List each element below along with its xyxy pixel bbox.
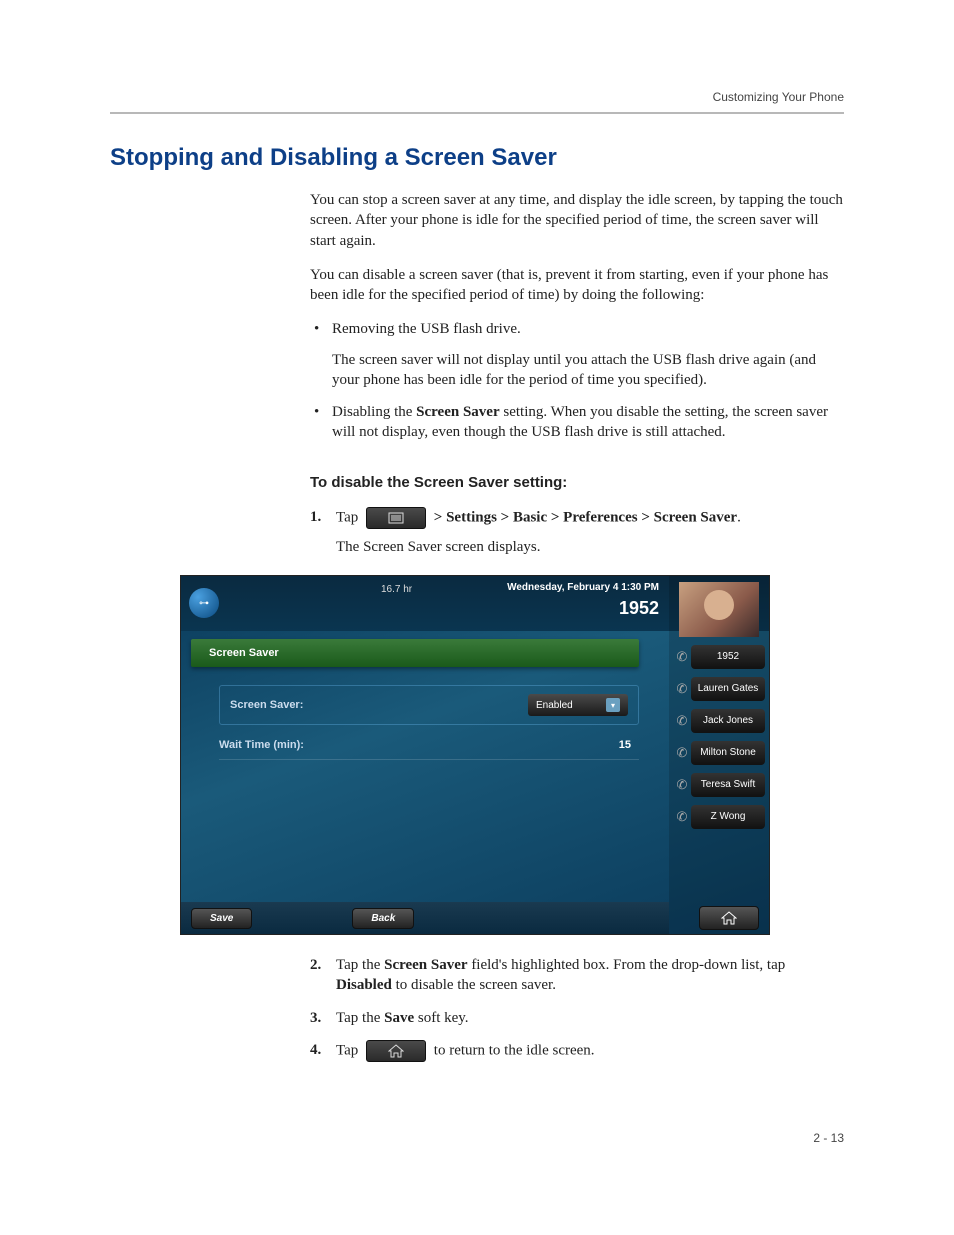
step-3-c: soft key. xyxy=(414,1010,468,1026)
phone-icon: ✆ xyxy=(673,649,691,665)
wait-label: Wait Time (min): xyxy=(219,739,619,751)
extension-label: 1952 xyxy=(619,598,659,619)
step-2-e: to disable the screen saver. xyxy=(392,977,556,993)
section-title: Stopping and Disabling a Screen Saver xyxy=(110,144,844,172)
bullet-1-text: Removing the USB flash drive. xyxy=(332,321,521,337)
step-1-text-a: Tap xyxy=(336,509,362,525)
phone-icon: ✆ xyxy=(673,713,691,729)
contact-item[interactable]: ✆ 1952 xyxy=(673,643,765,671)
contact-label: Z Wong xyxy=(691,805,765,829)
step-2: Tap the Screen Saver field's highlighted… xyxy=(310,955,844,996)
bullet-1: Removing the USB flash drive. The screen… xyxy=(310,319,844,390)
step-3: Tap the Save soft key. xyxy=(310,1008,844,1028)
step-4-a: Tap xyxy=(336,1042,362,1058)
step-2-a: Tap the xyxy=(336,957,384,973)
back-softkey[interactable]: Back xyxy=(352,908,414,929)
saver-value: Enabled xyxy=(536,700,573,711)
avatar xyxy=(679,582,759,637)
home-button-icon xyxy=(366,1040,426,1062)
step-4: Tap to return to the idle screen. xyxy=(310,1040,844,1062)
step-2-d: Disabled xyxy=(336,977,392,993)
contact-item[interactable]: ✆ Z Wong xyxy=(673,803,765,831)
contact-label: Milton Stone xyxy=(691,741,765,765)
step-1: Tap > Settings > Basic > Preferences > S… xyxy=(310,507,844,557)
paragraph-2: You can disable a screen saver (that is,… xyxy=(310,265,844,306)
main-panel: Screen Saver Screen Saver: Enabled ▾ Wai… xyxy=(181,631,669,902)
wait-time-row: Wait Time (min): 15 xyxy=(219,739,639,760)
contact-item[interactable]: ✆ Lauren Gates xyxy=(673,675,765,703)
bullet-2-text-a: Disabling the xyxy=(332,404,416,420)
menu-button-icon xyxy=(366,507,426,529)
saver-label: Screen Saver: xyxy=(230,699,528,711)
contact-label: Teresa Swift xyxy=(691,773,765,797)
save-softkey[interactable]: Save xyxy=(191,908,252,929)
phone-icon: ✆ xyxy=(673,745,691,761)
step-4-b: to return to the idle screen. xyxy=(434,1042,595,1058)
contact-item[interactable]: ✆ Milton Stone xyxy=(673,739,765,767)
phone-screenshot: ⊶ 16.7 hr Wednesday, February 4 1:30 PM … xyxy=(180,575,770,935)
wait-value[interactable]: 15 xyxy=(619,739,639,751)
step-3-b: Save xyxy=(384,1010,414,1026)
bullet-1-sub: The screen saver will not display until … xyxy=(332,350,844,391)
header-divider xyxy=(110,112,844,114)
contact-item[interactable]: ✆ Teresa Swift xyxy=(673,771,765,799)
paragraph-1: You can stop a screen saver at any time,… xyxy=(310,190,844,251)
page-number: 2 - 13 xyxy=(813,1131,844,1145)
subheading: To disable the Screen Saver setting: xyxy=(310,473,844,493)
chevron-down-icon: ▾ xyxy=(606,698,620,712)
datetime-label: Wednesday, February 4 1:30 PM xyxy=(507,582,659,593)
home-button[interactable] xyxy=(699,906,759,930)
step-3-a: Tap the xyxy=(336,1010,384,1026)
header-breadcrumb: Customizing Your Phone xyxy=(110,90,844,104)
contact-label: 1952 xyxy=(691,645,765,669)
bullet-2: Disabling the Screen Saver setting. When… xyxy=(310,402,844,443)
step-2-c: field's highlighted box. From the drop-d… xyxy=(468,957,786,973)
step-2-b: Screen Saver xyxy=(384,957,467,973)
step-1-path: > Settings > Basic > Preferences > Scree… xyxy=(434,509,737,525)
contact-label: Jack Jones xyxy=(691,709,765,733)
contact-label: Lauren Gates xyxy=(691,677,765,701)
contact-item[interactable]: ✆ Jack Jones xyxy=(673,707,765,735)
contacts-sidebar: ✆ 1952 ✆ Lauren Gates ✆ Jack Jones ✆ Mil… xyxy=(669,576,769,934)
usb-icon[interactable]: ⊶ xyxy=(189,588,219,618)
screen-title: Screen Saver xyxy=(191,639,639,667)
hours-label: 16.7 hr xyxy=(381,584,412,595)
saver-dropdown[interactable]: Enabled ▾ xyxy=(528,694,628,716)
phone-icon: ✆ xyxy=(673,809,691,825)
step-1-sub: The Screen Saver screen displays. xyxy=(336,537,844,557)
step-1-text-c: . xyxy=(737,509,741,525)
softkey-bar: Save Back xyxy=(181,902,669,934)
phone-icon: ✆ xyxy=(673,777,691,793)
phone-icon: ✆ xyxy=(673,681,691,697)
bullet-2-bold: Screen Saver xyxy=(416,404,499,420)
screen-saver-row: Screen Saver: Enabled ▾ xyxy=(219,685,639,725)
